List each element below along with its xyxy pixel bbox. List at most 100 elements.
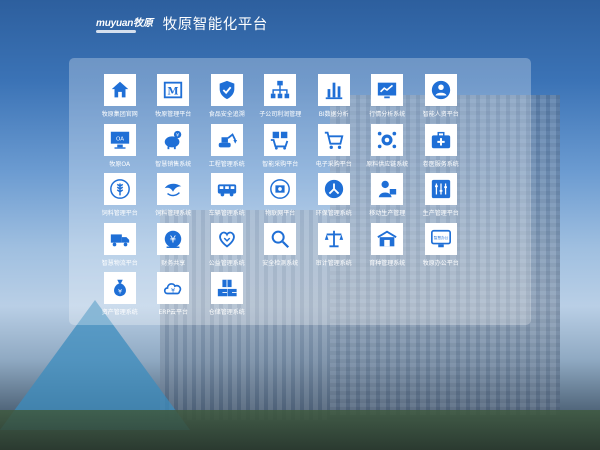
app-tile[interactable]: ¥ 智慧销售系统 bbox=[147, 123, 201, 174]
app-tile[interactable]: ¥ ERP云平台 bbox=[147, 272, 201, 322]
app-tile[interactable]: 移动生产管理 bbox=[361, 173, 415, 223]
app-label: 工程管理系统 bbox=[208, 160, 245, 168]
app-tile[interactable]: 卷医服务系统 bbox=[414, 123, 468, 174]
header: muyuan牧原 牧原智能化平台 bbox=[96, 10, 268, 36]
svg-text:¥: ¥ bbox=[170, 234, 176, 245]
bus-icon[interactable] bbox=[210, 173, 243, 205]
svg-text:OA: OA bbox=[116, 136, 124, 142]
app-label: 审计管理系统 bbox=[315, 259, 352, 267]
app-tile[interactable]: 行情分析系统 bbox=[361, 74, 415, 124]
background-ground bbox=[0, 410, 600, 450]
oa-monitor-icon[interactable]: OA bbox=[103, 123, 136, 156]
boxes-icon[interactable] bbox=[210, 272, 243, 304]
org-chart-icon[interactable] bbox=[264, 74, 297, 106]
iot-icon[interactable] bbox=[264, 173, 297, 205]
app-tile[interactable]: 饲料管理平台 bbox=[93, 173, 147, 223]
app-tile[interactable]: ¥ 财务共享 bbox=[147, 222, 201, 273]
cart-icon[interactable] bbox=[317, 123, 350, 156]
smart-office-icon[interactable]: 智慧办公 bbox=[424, 222, 457, 255]
app-tile[interactable]: BI数据分析 bbox=[307, 74, 361, 124]
app-label: 子公司利润管理 bbox=[259, 111, 302, 118]
app-tile[interactable]: 智慧物流平台 bbox=[93, 222, 147, 273]
app-label: 电子采购平台 bbox=[315, 160, 352, 168]
app-label: 财务共享 bbox=[161, 259, 186, 267]
app-label: BI数据分析 bbox=[318, 111, 349, 118]
app-tile[interactable]: 子公司利润管理 bbox=[254, 74, 308, 124]
app-tile[interactable]: 智能人资平台 bbox=[414, 74, 468, 124]
app-label: 生产管理平台 bbox=[422, 210, 459, 217]
app-tile[interactable]: 物联网平台 bbox=[254, 173, 308, 223]
app-label: 牧原办公平台 bbox=[422, 259, 459, 267]
wheat-icon[interactable] bbox=[103, 173, 136, 205]
app-label: 卷医服务系统 bbox=[422, 160, 459, 168]
logo-swoosh-icon bbox=[96, 29, 136, 33]
money-bag-icon[interactable]: ¥ bbox=[103, 272, 136, 304]
app-panel: 牧原集团官网 M 牧原管理平台 食品安全追溯 子公司利润管理 BI数据分析 行情分析系统 智能… bbox=[69, 58, 531, 325]
medical-kit-icon[interactable] bbox=[424, 123, 457, 156]
app-tile[interactable]: 智慧办公牧原办公平台 bbox=[414, 222, 468, 273]
barn-icon[interactable] bbox=[371, 222, 404, 255]
app-label: ERP云平台 bbox=[158, 309, 189, 316]
app-label: 物联网平台 bbox=[265, 210, 296, 217]
app-tile[interactable]: 生产管理平台 bbox=[414, 173, 468, 223]
app-label: 智慧销售系统 bbox=[155, 160, 192, 168]
home-icon[interactable] bbox=[103, 74, 136, 106]
app-tile[interactable]: 智能采购平台 bbox=[254, 123, 308, 174]
app-tile[interactable]: 食品安全追溯 bbox=[200, 74, 254, 124]
people-icon[interactable] bbox=[424, 74, 457, 106]
app-tile[interactable]: 电子采购平台 bbox=[307, 123, 361, 174]
app-tile[interactable]: 工程管理系统 bbox=[200, 123, 254, 174]
shopping-cart-icon[interactable] bbox=[264, 123, 297, 156]
page-title: 牧原智能化平台 bbox=[162, 16, 268, 33]
app-tile[interactable]: 育种管理系统 bbox=[361, 222, 415, 273]
app-tile[interactable]: 公益管理系统 bbox=[200, 222, 254, 273]
app-label: 原料供应链系统 bbox=[366, 160, 409, 168]
app-label: 育种管理系统 bbox=[369, 259, 406, 267]
app-tile[interactable]: 仓储管理系统 bbox=[200, 272, 254, 322]
app-tile[interactable]: 牧原集团官网 bbox=[93, 74, 147, 124]
heart-hands-icon[interactable] bbox=[210, 222, 243, 255]
svg-text:¥: ¥ bbox=[118, 288, 122, 296]
app-label: 牧原管理平台 bbox=[155, 111, 192, 118]
bird-icon[interactable] bbox=[157, 173, 190, 205]
app-label: 环保管理系统 bbox=[315, 210, 352, 217]
app-tile[interactable]: OA 牧原OA bbox=[93, 123, 147, 174]
app-label: 移动生产管理 bbox=[369, 210, 406, 217]
scale-icon[interactable] bbox=[317, 222, 350, 255]
app-label: 牧原集团官网 bbox=[101, 111, 138, 118]
person-card-icon[interactable] bbox=[371, 173, 404, 205]
m-letter-icon[interactable]: M bbox=[157, 74, 190, 106]
app-label: 智慧物流平台 bbox=[101, 259, 138, 267]
shield-check-icon[interactable] bbox=[210, 74, 243, 106]
app-tile[interactable]: 审计管理系统 bbox=[307, 222, 361, 273]
app-tile[interactable]: M 牧原管理平台 bbox=[147, 74, 201, 124]
magnifier-icon[interactable] bbox=[264, 222, 297, 255]
app-label: 仓储管理系统 bbox=[208, 309, 245, 316]
truck-icon[interactable] bbox=[103, 222, 136, 255]
app-label: 智能人资平台 bbox=[422, 111, 459, 118]
app-label: 资产管理系统 bbox=[101, 309, 138, 316]
pig-sales-icon[interactable]: ¥ bbox=[157, 123, 190, 156]
recycle-icon[interactable] bbox=[317, 173, 350, 205]
svg-text:M: M bbox=[168, 87, 179, 98]
trend-chart-icon[interactable] bbox=[371, 74, 404, 106]
app-tile[interactable]: 车辆管理系统 bbox=[200, 173, 254, 223]
app-tile[interactable]: 安全检测系统 bbox=[254, 222, 308, 273]
app-tile[interactable]: 原料供应链系统 bbox=[361, 123, 415, 174]
svg-text:¥: ¥ bbox=[176, 132, 179, 138]
app-label: 行情分析系统 bbox=[369, 111, 406, 118]
logo-text: muyuan牧原 bbox=[96, 17, 153, 29]
app-tile[interactable]: 饲料管理系统 bbox=[147, 173, 201, 223]
bar-chart-icon[interactable] bbox=[317, 74, 350, 106]
yen-coin-icon[interactable]: ¥ bbox=[157, 222, 190, 255]
gear-network-icon[interactable] bbox=[371, 123, 404, 156]
sliders-icon[interactable] bbox=[424, 173, 457, 205]
muyuan-logo[interactable]: muyuan牧原 bbox=[96, 14, 153, 33]
app-label: 车辆管理系统 bbox=[208, 210, 245, 217]
excavator-icon[interactable] bbox=[210, 123, 243, 156]
cloud-yen-icon[interactable]: ¥ bbox=[157, 272, 190, 304]
app-tile[interactable]: 环保管理系统 bbox=[307, 173, 361, 223]
app-grid: 牧原集团官网 M 牧原管理平台 食品安全追溯 子公司利润管理 BI数据分析 行情分析系统 智能… bbox=[93, 74, 468, 322]
svg-text:智慧办公: 智慧办公 bbox=[433, 235, 448, 240]
app-tile[interactable]: ¥ 资产管理系统 bbox=[93, 272, 147, 322]
